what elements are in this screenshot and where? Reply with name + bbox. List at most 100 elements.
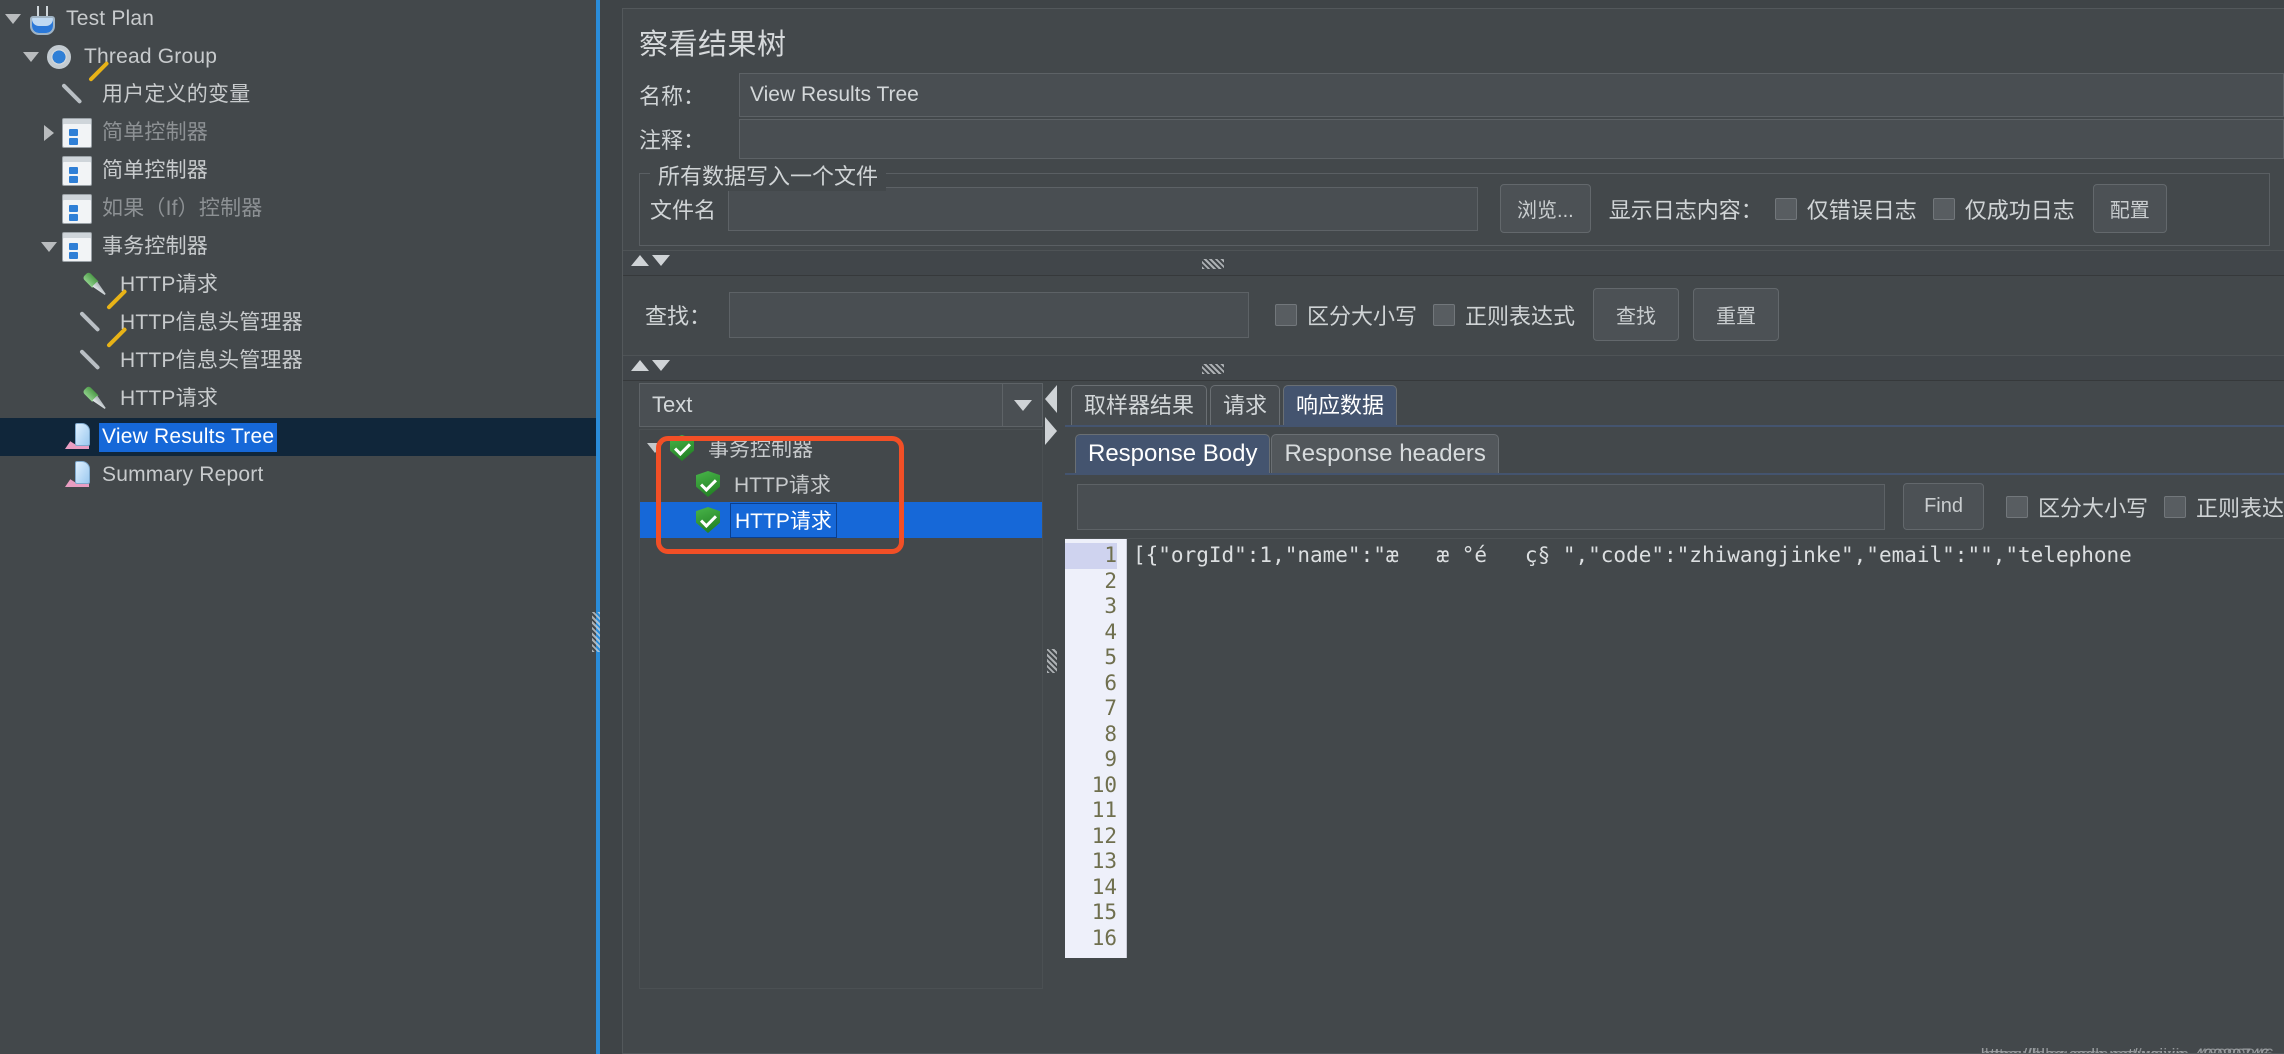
line-number: 9: [1104, 747, 1117, 771]
renderer-select-value: Text: [652, 392, 693, 417]
comment-field-row: 注释：: [623, 119, 2284, 159]
results-vertical-splitter[interactable]: [1043, 383, 1065, 993]
tree-item[interactable]: HTTP请求: [0, 380, 600, 418]
response-body-view[interactable]: 1 2 3 4 5 6 7 8 9 10 11 12 13 14 15 16 [{"orgId":1,"nam…: [1065, 538, 2284, 958]
search-label: 查找：: [645, 303, 712, 329]
tree-item[interactable]: Test Plan: [0, 0, 600, 38]
result-row-label: HTTP请求: [730, 502, 837, 538]
results-split-pane: Text 事务控制器 HTTP请求 HTTP请求 取样器结果 请求 响应数据 R…: [623, 383, 2284, 993]
response-subtab[interactable]: Response Body: [1075, 434, 1271, 473]
chevron-down-icon[interactable]: [640, 443, 670, 453]
line-number: 8: [1104, 721, 1117, 746]
splitter-grip-2[interactable]: [1202, 364, 1224, 374]
response-regex-checkbox[interactable]: [2163, 495, 2186, 518]
watermark-text-b: https://blog.csdn.net/weixin_40989746: [1981, 1045, 2270, 1053]
chevron-down-icon[interactable]: [0, 0, 26, 38]
tree-item[interactable]: HTTP信息头管理器: [0, 342, 600, 380]
chevron-down-icon[interactable]: [18, 38, 44, 76]
splitter-right-arrow-icon[interactable]: [1045, 417, 1057, 445]
browse-button[interactable]: 浏览...: [1500, 184, 1591, 233]
tree-twisty-placeholder: [54, 342, 80, 380]
response-subtabbar[interactable]: Response Body Response headers: [1065, 427, 2284, 473]
line-number: 5: [1104, 645, 1117, 669]
response-find-bar: Find 区分大小写 正则表达: [1065, 473, 2284, 538]
collapse-up-icon-2[interactable]: [631, 360, 649, 371]
tree-item[interactable]: 简单控制器: [0, 114, 600, 152]
detail-tab[interactable]: 取样器结果: [1071, 385, 1208, 425]
comment-input[interactable]: [739, 119, 2284, 159]
result-row[interactable]: HTTP请求: [640, 466, 1042, 502]
tree-item[interactable]: Thread Group: [0, 38, 600, 76]
detail-tabbar[interactable]: 取样器结果 请求 响应数据: [1065, 383, 2284, 425]
splitter-left-arrow-icon[interactable]: [1045, 385, 1057, 413]
results-column: Text 事务控制器 HTTP请求 HTTP请求: [623, 383, 1043, 993]
filename-label: 文件名: [650, 197, 717, 223]
collapse-up-icon[interactable]: [631, 255, 649, 266]
splitter-grip[interactable]: [1202, 259, 1224, 269]
errors-only-checkbox[interactable]: [1774, 197, 1797, 220]
simple-controller-icon: [62, 156, 92, 186]
line-number: 10: [1091, 772, 1117, 797]
line-number-gutter: 1 2 3 4 5 6 7 8 9 10 11 12 13 14 15 16: [1065, 539, 1127, 958]
search-regex-label: 正则表达式: [1465, 303, 1576, 329]
tree-item[interactable]: 如果（If）控制器: [0, 190, 600, 228]
splitter-top[interactable]: [623, 250, 2284, 276]
collapse-down-icon-2[interactable]: [652, 360, 670, 371]
tree-item[interactable]: Summary Report: [0, 456, 600, 494]
log-display-label: 显示日志内容：: [1608, 197, 1763, 223]
code-line: [{"orgId":1,"name":"æ æ °é ç§ ","code":"…: [1133, 543, 2132, 567]
group-title: 所有数据写入一个文件: [650, 159, 887, 191]
tree-item-label: 简单控制器: [102, 158, 208, 182]
response-case-sensitive-checkbox[interactable]: [2005, 495, 2028, 518]
response-find-input[interactable]: [1077, 483, 1886, 530]
search-case-sensitive-checkbox[interactable]: [1275, 303, 1298, 326]
name-input[interactable]: View Results Tree: [739, 73, 2284, 117]
filename-input[interactable]: [728, 186, 1479, 231]
splitter-vertical-grip[interactable]: [1047, 649, 1057, 673]
detail-tab[interactable]: 响应数据: [1283, 385, 1398, 425]
tree-twisty-placeholder: [36, 76, 62, 114]
splitter-arrows-2[interactable]: [631, 360, 670, 371]
configure-button[interactable]: 配置: [2092, 184, 2167, 233]
response-case-sensitive-label: 区分大小写: [2037, 495, 2148, 521]
tree-item[interactable]: View Results Tree: [0, 418, 600, 456]
response-regex-label: 正则表达: [2195, 495, 2284, 521]
tree-item-label: HTTP信息头管理器: [120, 348, 303, 372]
search-find-button[interactable]: 查找: [1593, 288, 1680, 341]
response-subtab[interactable]: Response headers: [1271, 434, 1499, 473]
renderer-select[interactable]: Text: [639, 383, 1043, 427]
http-request-icon: [74, 264, 116, 306]
chevron-down-icon[interactable]: [1002, 384, 1042, 426]
detail-tab[interactable]: 请求: [1210, 385, 1281, 425]
tree-twisty-placeholder: [36, 456, 62, 494]
tree-item[interactable]: 事务控制器: [0, 228, 600, 266]
results-tree[interactable]: 事务控制器 HTTP请求 HTTP请求: [639, 429, 1043, 989]
line-number: 12: [1091, 823, 1117, 848]
result-row[interactable]: HTTP请求: [640, 502, 1042, 538]
tree-item-label: HTTP信息头管理器: [120, 310, 303, 334]
tree-item-label: Test Plan: [66, 6, 155, 30]
search-regex-checkbox[interactable]: [1433, 303, 1456, 326]
splitter-middle[interactable]: [623, 355, 2284, 381]
search-input[interactable]: [729, 291, 1250, 338]
tree-splitter-grip[interactable]: [592, 612, 600, 652]
tree-twisty-placeholder: [36, 152, 62, 190]
splitter-arrows[interactable]: [631, 255, 670, 266]
response-find-button[interactable]: Find: [1903, 483, 1984, 530]
user-defined-variables-icon: [62, 80, 92, 110]
tree-item[interactable]: HTTP请求: [0, 266, 600, 304]
collapse-down-icon[interactable]: [652, 255, 670, 266]
test-plan-tree[interactable]: Test Plan Thread Group 用户定义的变量 简单控制器 简单控制器 如果…: [0, 0, 600, 1054]
chevron-down-icon[interactable]: [36, 228, 62, 266]
chevron-right-icon[interactable]: [36, 114, 62, 152]
tree-item[interactable]: 用户定义的变量: [0, 76, 600, 114]
response-body-text[interactable]: [{"orgId":1,"name":"æ æ °é ç§ ","code":"…: [1127, 539, 2284, 958]
result-row[interactable]: 事务控制器: [640, 430, 1042, 466]
line-number: 6: [1104, 670, 1117, 695]
tree-item[interactable]: HTTP信息头管理器: [0, 304, 600, 342]
search-reset-button[interactable]: 重置: [1693, 288, 1780, 341]
tree-item[interactable]: 简单控制器: [0, 152, 600, 190]
success-only-checkbox[interactable]: [1932, 197, 1955, 220]
tree-twisty-placeholder: [36, 190, 62, 228]
write-all-data-to-file-group: 所有数据写入一个文件 文件名 浏览... 显示日志内容： 仅错误日志 仅成功日志…: [639, 159, 2270, 246]
